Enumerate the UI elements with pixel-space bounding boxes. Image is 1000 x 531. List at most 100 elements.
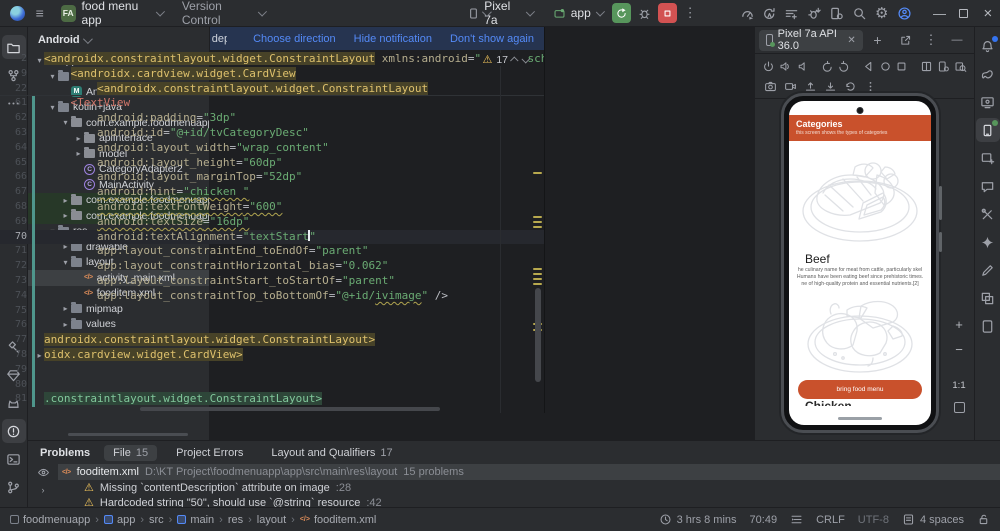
zoom-out-button[interactable]: − bbox=[950, 340, 968, 358]
inspections-widget[interactable]: ⚠ 17 bbox=[482, 53, 528, 66]
main-menu-icon[interactable]: ≡ bbox=[28, 2, 50, 24]
breadcrumb-res[interactable]: res bbox=[228, 514, 243, 526]
code-line-71[interactable]: 71 app:layout_constraintEnd_toEndOf="par… bbox=[0, 244, 544, 259]
home-indicator[interactable] bbox=[838, 417, 882, 420]
window-close-button[interactable]: × bbox=[976, 1, 1000, 25]
zoom-in-button[interactable]: + bbox=[950, 315, 968, 333]
code-line-78[interactable]: 78oidx.cardview.widget.CardView> bbox=[0, 348, 544, 363]
volume-down-icon[interactable] bbox=[795, 57, 811, 75]
line-ending[interactable]: CRLF bbox=[816, 514, 845, 526]
code-line-76[interactable]: 76 bbox=[0, 318, 544, 333]
layout-inspector-icon[interactable] bbox=[976, 146, 1000, 170]
terminal-icon[interactable] bbox=[2, 447, 26, 471]
settings-icon[interactable]: ⚙ bbox=[870, 2, 892, 24]
rotate-right-icon[interactable] bbox=[836, 57, 852, 75]
code-line-61[interactable]: 61 <TextView bbox=[0, 96, 544, 111]
breadcrumb-layout[interactable]: layout bbox=[257, 514, 286, 526]
expand-arrow-icon[interactable]: › bbox=[42, 485, 45, 495]
profiler-icon[interactable] bbox=[736, 2, 758, 24]
zoom-ratio-button[interactable]: 1:1 bbox=[952, 380, 965, 391]
volume-up-icon[interactable] bbox=[778, 57, 794, 75]
home-icon[interactable] bbox=[877, 57, 893, 75]
warning-stripe-mark[interactable] bbox=[533, 273, 542, 275]
more-options-icon[interactable]: ⋮ bbox=[918, 29, 944, 51]
banner-action-hide-notification[interactable]: Hide notification bbox=[354, 33, 432, 45]
rerun-button[interactable] bbox=[612, 3, 631, 23]
prev-warning-icon[interactable] bbox=[510, 56, 518, 64]
editor-vscrollbar[interactable] bbox=[535, 288, 541, 382]
build-tools-icon[interactable] bbox=[976, 202, 1000, 226]
indent-size[interactable]: 4 spaces bbox=[902, 513, 964, 526]
stop-button[interactable] bbox=[658, 3, 677, 23]
back-icon[interactable] bbox=[860, 57, 876, 75]
code-line-66[interactable]: 66 android:layout_marginTop="52dp" bbox=[0, 170, 544, 185]
indent-icon[interactable] bbox=[790, 513, 803, 526]
power-icon[interactable] bbox=[761, 57, 777, 75]
code-line-67[interactable]: 67 android:hint="chicken " bbox=[0, 185, 544, 200]
screenshot-compare-icon[interactable] bbox=[952, 57, 968, 75]
warning-stripe-mark[interactable] bbox=[533, 172, 542, 174]
code-line-70[interactable]: 70 android:textAlignment="textStart" bbox=[0, 230, 544, 245]
running-devices-icon[interactable] bbox=[976, 118, 1000, 142]
device-screen[interactable]: Categories this screen shows the types o… bbox=[789, 101, 931, 425]
more-actions-icon[interactable]: ⋮ bbox=[679, 2, 701, 24]
code-line-9[interactable]: 9 <androidx.cardview.widget.CardView bbox=[0, 67, 544, 82]
code-line-73[interactable]: 73 app:layout_constraintStart_toStartOf=… bbox=[0, 274, 544, 289]
attach-debugger-icon[interactable] bbox=[803, 2, 825, 24]
encoding[interactable]: UTF-8 bbox=[858, 514, 889, 526]
warning-stripe-mark[interactable] bbox=[533, 268, 542, 270]
code-line-80[interactable]: 80 bbox=[0, 378, 544, 393]
window-restore-button[interactable] bbox=[952, 1, 976, 25]
apply-changes-icon[interactable] bbox=[758, 2, 780, 24]
unlock-icon[interactable] bbox=[977, 513, 990, 526]
breadcrumb-main[interactable]: main bbox=[177, 514, 214, 526]
problems-tab-project-errors[interactable]: Project Errors bbox=[167, 445, 252, 461]
device-explorer-icon[interactable] bbox=[976, 314, 1000, 338]
fold-icon[interactable] bbox=[918, 57, 934, 75]
code-line-22[interactable]: 22 <androidx.constraintlayout.widget.Con… bbox=[0, 82, 544, 97]
build-menu-icon[interactable] bbox=[781, 2, 803, 24]
editor-hscrollbar[interactable] bbox=[140, 407, 440, 411]
project-view-selector[interactable]: Android bbox=[38, 34, 79, 46]
version-control-menu[interactable]: Version Control bbox=[182, 0, 253, 27]
window-minimize-button[interactable]: — bbox=[927, 1, 951, 25]
device-manager-icon[interactable] bbox=[976, 90, 1000, 114]
filter-eye-icon[interactable] bbox=[37, 466, 50, 479]
banner-action-choose-direction[interactable]: Choose direction bbox=[253, 33, 336, 45]
problems-file-row[interactable]: </> fooditem.xml D:\KT Project\foodmenua… bbox=[58, 464, 1000, 480]
hide-panel-icon[interactable]: — bbox=[944, 29, 970, 51]
screen-mirror-icon[interactable] bbox=[976, 286, 1000, 310]
code-line-74[interactable]: 74 app:layout_constraintTop_toBottomOf="… bbox=[0, 289, 544, 304]
caret-position[interactable]: 70:49 bbox=[750, 514, 778, 526]
close-icon[interactable]: ✕ bbox=[847, 35, 855, 46]
breadcrumb-fooditem-xml[interactable]: </>fooditem.xml bbox=[300, 514, 376, 526]
warning-stripe-mark[interactable] bbox=[533, 278, 542, 280]
version-control-icon[interactable] bbox=[2, 475, 26, 499]
code-line-65[interactable]: 65 android:layout_height="60dp" bbox=[0, 156, 544, 171]
search-everywhere-icon[interactable] bbox=[848, 2, 870, 24]
code-line-68[interactable]: 68 android:textFontWeight="600" bbox=[0, 200, 544, 215]
code-line-62[interactable]: 62 android:padding="3dp" bbox=[0, 111, 544, 126]
problem-warning-row[interactable]: ⚠Missing `contentDescription` attribute … bbox=[58, 480, 1000, 495]
problems-icon[interactable] bbox=[2, 419, 26, 443]
add-device-button[interactable]: + bbox=[867, 29, 888, 51]
bring-food-menu-button[interactable]: bring food menu bbox=[798, 380, 922, 399]
problems-tab-layout-and-qualifiers[interactable]: Layout and Qualifiers17 bbox=[262, 445, 401, 461]
snapshot-settings-icon[interactable] bbox=[935, 57, 951, 75]
session-time[interactable]: 3 hrs 8 mins bbox=[659, 513, 737, 526]
project-name-menu[interactable]: food menu app bbox=[82, 0, 151, 27]
rotate-left-icon[interactable] bbox=[819, 57, 835, 75]
warning-stripe-mark[interactable] bbox=[533, 226, 542, 228]
code-line-75[interactable]: 75 bbox=[0, 304, 544, 319]
compose-edit-icon[interactable] bbox=[976, 258, 1000, 282]
project-hscrollbar[interactable] bbox=[68, 433, 188, 436]
app-quality-insights-icon[interactable] bbox=[976, 174, 1000, 198]
device-manager-icon[interactable] bbox=[826, 2, 848, 24]
screenshot-icon[interactable] bbox=[761, 77, 780, 95]
code-line-81[interactable]: 81.constraintlayout.widget.ConstraintLay… bbox=[0, 392, 544, 407]
code-line-63[interactable]: 63 android:id="@+id/tvCategoryDesc" bbox=[0, 126, 544, 141]
breadcrumb-src[interactable]: src bbox=[149, 514, 164, 526]
warning-stripe-mark[interactable] bbox=[533, 221, 542, 223]
code-line-69[interactable]: 69 android:textSize="16dp" bbox=[0, 215, 544, 230]
gradle-icon[interactable] bbox=[976, 62, 1000, 86]
